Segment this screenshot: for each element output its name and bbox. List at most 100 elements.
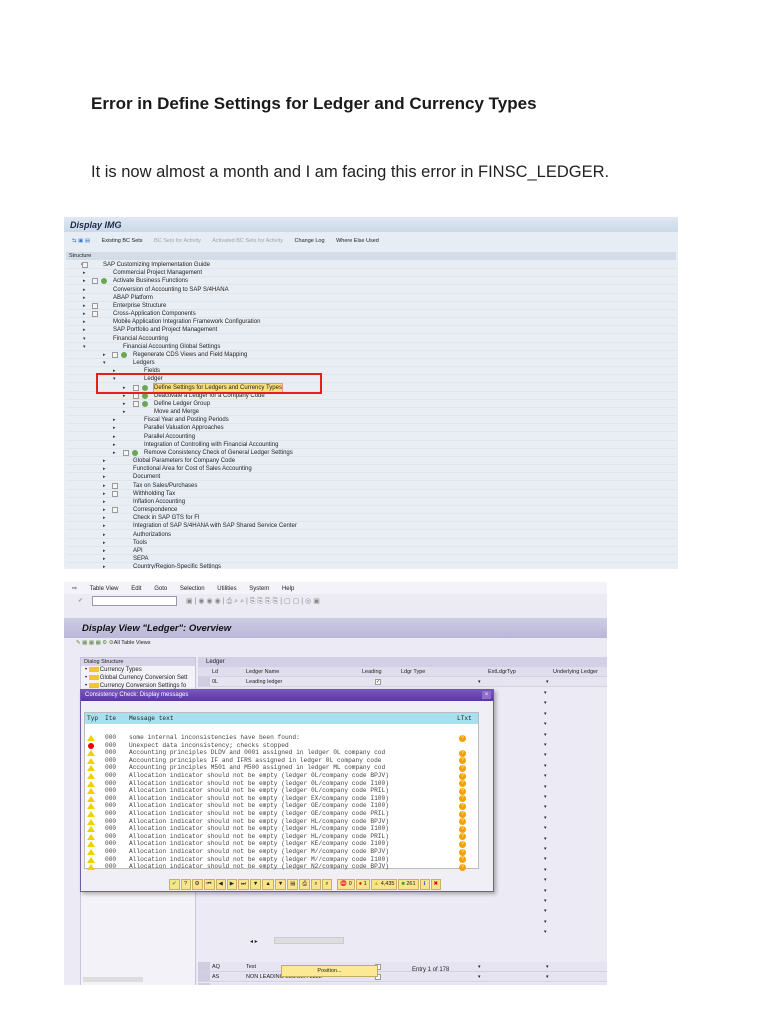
menu-edit[interactable]: Edit [131, 586, 141, 592]
tree-node-label[interactable]: Document [133, 473, 160, 481]
tree-node[interactable]: ▾ Ledgers [66, 359, 676, 368]
longtext-icon[interactable]: ? [459, 818, 466, 826]
execute-icon[interactable] [132, 449, 138, 456]
execute-icon[interactable] [101, 278, 107, 285]
dropdown-icon[interactable]: ▾ [544, 721, 547, 727]
tree-node-label[interactable]: Integration of Controlling with Financia… [144, 441, 278, 449]
longtext-icon[interactable]: ? [459, 787, 466, 795]
longtext-icon[interactable]: ? [459, 825, 466, 833]
bc-sets-activity-button[interactable]: BC Sets for Activity [154, 238, 201, 244]
prev-page-button[interactable]: ◀ [215, 879, 226, 890]
expand-icon[interactable]: ▸ [83, 318, 86, 326]
ledger-row[interactable]: AS NON LEADING LEDGER 3322 ▾ ▾ [198, 972, 607, 982]
dropdown-icon[interactable]: ▾ [544, 700, 547, 706]
document-icon[interactable] [112, 507, 118, 514]
expand-icon[interactable]: ▸ [103, 351, 106, 359]
tree-node[interactable]: ▸ Country/Region-Specific Settings [66, 563, 676, 569]
tree-node-label[interactable]: Ledgers [133, 359, 155, 367]
tree-node-label[interactable]: SAP Portfolio and Project Management [113, 326, 217, 334]
document-icon[interactable] [112, 351, 118, 358]
longtext-icon[interactable]: ? [459, 802, 466, 810]
tree-node[interactable]: ▸ Integration of Controlling with Financi… [66, 441, 676, 449]
tree-node-label[interactable]: Authorizations [133, 531, 171, 539]
tree-node[interactable]: ▸ Move and Merge [66, 408, 676, 417]
existing-bc-sets-button[interactable]: Existing BC Sets [102, 238, 143, 244]
dropdown-icon[interactable]: ▾ [544, 898, 547, 904]
next-page-button[interactable]: ▶ [226, 879, 237, 890]
activated-bc-sets-button[interactable]: Activated BC Sets for Activity [212, 238, 283, 244]
row-selector[interactable] [198, 962, 210, 971]
expand-icon[interactable]: ▸ [83, 310, 86, 318]
longtext-icon[interactable]: ? [459, 840, 466, 848]
tree-node-label[interactable]: Tax on Sales/Purchases [133, 482, 197, 490]
dropdown-icon[interactable]: ▾ [544, 784, 547, 790]
document-icon[interactable] [82, 262, 88, 268]
tree-node[interactable]: ▸ Conversion of Accounting to SAP S/4HANA [66, 286, 676, 294]
dropdown-icon[interactable]: ▾ [544, 825, 547, 831]
dropdown-icon[interactable]: ▾ [546, 972, 549, 982]
app-toolbar-icons[interactable]: ✎ ▦ ▦ ▦ ⚙ ⚙ [76, 640, 114, 646]
menu-utilities[interactable]: Utilities [217, 586, 236, 592]
tree-node-label[interactable]: ABAP Platform [113, 294, 153, 302]
tree-node-label[interactable]: Fiscal Year and Posting Periods [144, 416, 229, 424]
expand-icon[interactable]: ▸ [83, 294, 86, 302]
tree-node-label[interactable]: Remove Consistency Check of General Ledg… [144, 449, 293, 457]
expand-icon[interactable]: ▸ [113, 424, 116, 432]
longtext-icon[interactable]: ? [459, 795, 466, 803]
expand-icon[interactable]: ▸ [123, 408, 126, 416]
tree-node-label[interactable]: Move and Merge [154, 408, 199, 416]
all-table-views-button[interactable]: All Table Views [114, 640, 151, 646]
expand-icon[interactable]: ▸ [103, 482, 106, 490]
command-field[interactable] [92, 596, 177, 606]
tree-node[interactable]: ▸ Global Parameters for Company Code [66, 457, 676, 466]
scroll-arrows[interactable]: ◂ ▸ [250, 938, 258, 945]
longtext-button[interactable]: ⚙ [191, 879, 203, 890]
tree-node[interactable]: ▸ Integration of SAP S/4HANA with SAP Sha… [66, 522, 676, 531]
dropdown-icon[interactable]: ▾ [546, 983, 549, 985]
tree-node-label[interactable]: Mobile Application Integration Framework… [113, 318, 260, 326]
expand-icon[interactable]: ▸ [83, 269, 86, 277]
expand-icon[interactable]: ▸ [83, 277, 86, 285]
tree-node[interactable]: ▸ Cross-Application Components [66, 310, 676, 319]
tree-node[interactable]: ▸ SEPA [66, 555, 676, 564]
document-icon[interactable] [92, 302, 98, 309]
menu-system[interactable]: System [249, 586, 269, 592]
dropdown-icon[interactable]: ▾ [478, 962, 481, 972]
expand-icon[interactable]: ▸ [113, 433, 116, 441]
enter-icon[interactable]: ✔ [78, 597, 83, 604]
tree-node[interactable]: ▸ Regenerate CDS Views and Field Mapping [66, 351, 676, 359]
warning-count-button[interactable]: ▲ 4,435 [370, 879, 398, 890]
row-selector[interactable] [198, 983, 210, 985]
tree-node-label[interactable]: Country/Region-Specific Settings [133, 563, 221, 569]
toolbar-icons[interactable]: ▣|◉◉◉|⎙⌕⌕|⎘⎘⎘⎘|▢▢|◎▣ [186, 597, 322, 606]
document-icon[interactable] [112, 482, 118, 489]
dropdown-icon[interactable]: ▾ [544, 867, 547, 873]
expand-icon[interactable]: ▸ [103, 563, 106, 569]
dropdown-icon[interactable]: ▾ [478, 983, 481, 985]
tree-node-label[interactable]: Withholding Tax [133, 490, 175, 498]
filter-icon[interactable]: ▼ [249, 879, 262, 890]
expand-icon[interactable]: ▸ [113, 449, 116, 457]
dropdown-icon[interactable]: ▾ [544, 752, 547, 758]
tree-node[interactable]: ▸ Enterprise Structure [66, 302, 676, 310]
longtext-icon[interactable]: ? [459, 863, 466, 871]
dropdown-icon[interactable]: ▾ [544, 908, 547, 914]
longtext-icon[interactable]: ? [459, 848, 466, 856]
sort-icon[interactable]: ▲ [262, 879, 274, 890]
tree-node[interactable]: ▾SAP Customizing Implementation Guide [66, 261, 676, 269]
dropdown-icon[interactable]: ▾ [544, 929, 547, 935]
tree-node-label[interactable]: Define Ledger Group [154, 400, 210, 408]
expand-icon[interactable]: ▸ [103, 539, 106, 547]
tree-node-label[interactable]: Financial Accounting [113, 335, 168, 343]
ledger-row[interactable]: 0L Leading ledger ✓ ▾ ▾ [198, 677, 607, 687]
longtext-icon[interactable]: ? [459, 757, 466, 765]
toolbar-icons[interactable]: ⇆ ▣ ▤ [72, 238, 90, 244]
close-icon[interactable]: × [482, 691, 491, 699]
dropdown-icon[interactable]: ▾ [544, 732, 547, 738]
dialog-structure-item[interactable]: • Currency Types [81, 666, 195, 674]
leading-checkbox[interactable]: ✓ [375, 679, 381, 685]
dropdown-icon[interactable]: ▾ [478, 677, 481, 687]
tree-node[interactable]: ▸ Parallel Accounting [66, 433, 676, 441]
expand-icon[interactable]: ▾ [83, 335, 86, 343]
dialog-structure-item[interactable]: • Global Currency Conversion Sett [81, 674, 195, 682]
